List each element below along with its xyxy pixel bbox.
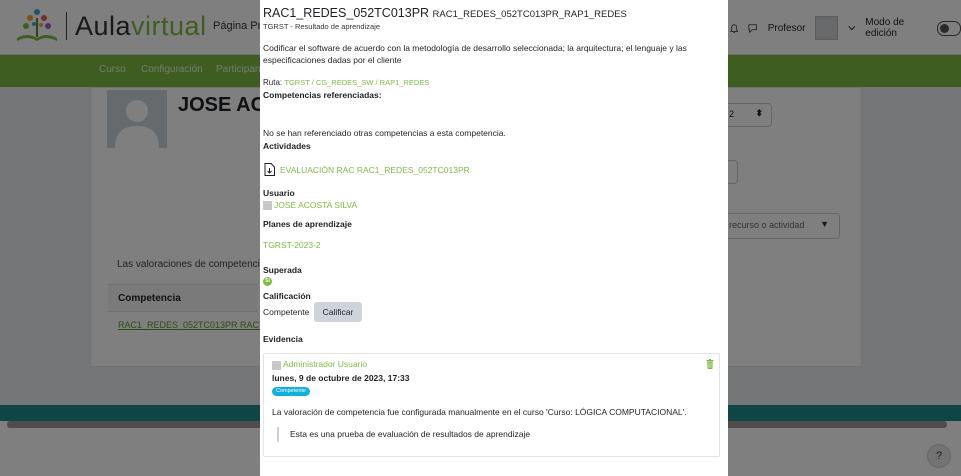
document-icon (264, 163, 275, 176)
evidence-card: Administrador Usuario lunes, 9 de octubr… (263, 353, 720, 457)
evidence-text: La valoración de competencia fue configu… (272, 407, 687, 417)
activities-heading: Actividades (263, 141, 311, 151)
evidence-author-link[interactable]: Administrador Usuario (283, 359, 367, 369)
evidence-status-pill: Competente (272, 387, 310, 396)
path-links[interactable]: TGRST / CG_REDES_SW / RAP1_REDES (284, 78, 429, 87)
user-link[interactable]: JOSE ACOSTA SILVA (274, 200, 357, 210)
superada-heading: Superada (263, 265, 302, 275)
evidence-date: lunes, 9 de octubre de 2023, 17:33 (272, 373, 410, 383)
trash-icon[interactable] (706, 359, 714, 369)
competency-path: Ruta: TGRST / CG_REDES_SW / RAP1_REDES (263, 78, 430, 87)
dialog-subtitle: TGRST - Resultado de aprendizaje (263, 22, 381, 31)
grade-value: Competente (263, 307, 310, 317)
user-avatar-small (263, 201, 272, 210)
competency-description: Codificar el software de acuerdo con la … (263, 43, 687, 65)
competency-dialog: RAC1_REDES_052TC013PR RAC1_REDES_052TC01… (260, 0, 728, 476)
plan-link[interactable]: TGRST-2023-2 (263, 240, 321, 250)
activity-link[interactable]: EVALUACIÓN RAC RAC1_REDES_052TC013PR (280, 165, 470, 175)
plans-heading: Planes de aprendizaje (263, 219, 352, 229)
dialog-title: RAC1_REDES_052TC013PR RAC1_REDES_052TC01… (263, 6, 627, 20)
user-heading: Usuario (263, 188, 295, 198)
grade-heading: Calificación (263, 291, 311, 301)
dialog-title-suffix: RAC1_REDES_052TC013PR_RAP1_REDES (432, 9, 627, 20)
calificar-button[interactable]: Calificar (314, 302, 362, 322)
evidence-quote: Esta es una prueba de evaluación de resu… (277, 427, 530, 442)
evidence-heading: Evidencia (263, 334, 303, 344)
referenced-text: No se han referenciado otras competencia… (263, 128, 506, 138)
referenced-heading: Competencias referenciadas: (263, 90, 382, 100)
evidence-author-avatar (272, 361, 281, 370)
superada-badge: Sí (263, 277, 272, 286)
